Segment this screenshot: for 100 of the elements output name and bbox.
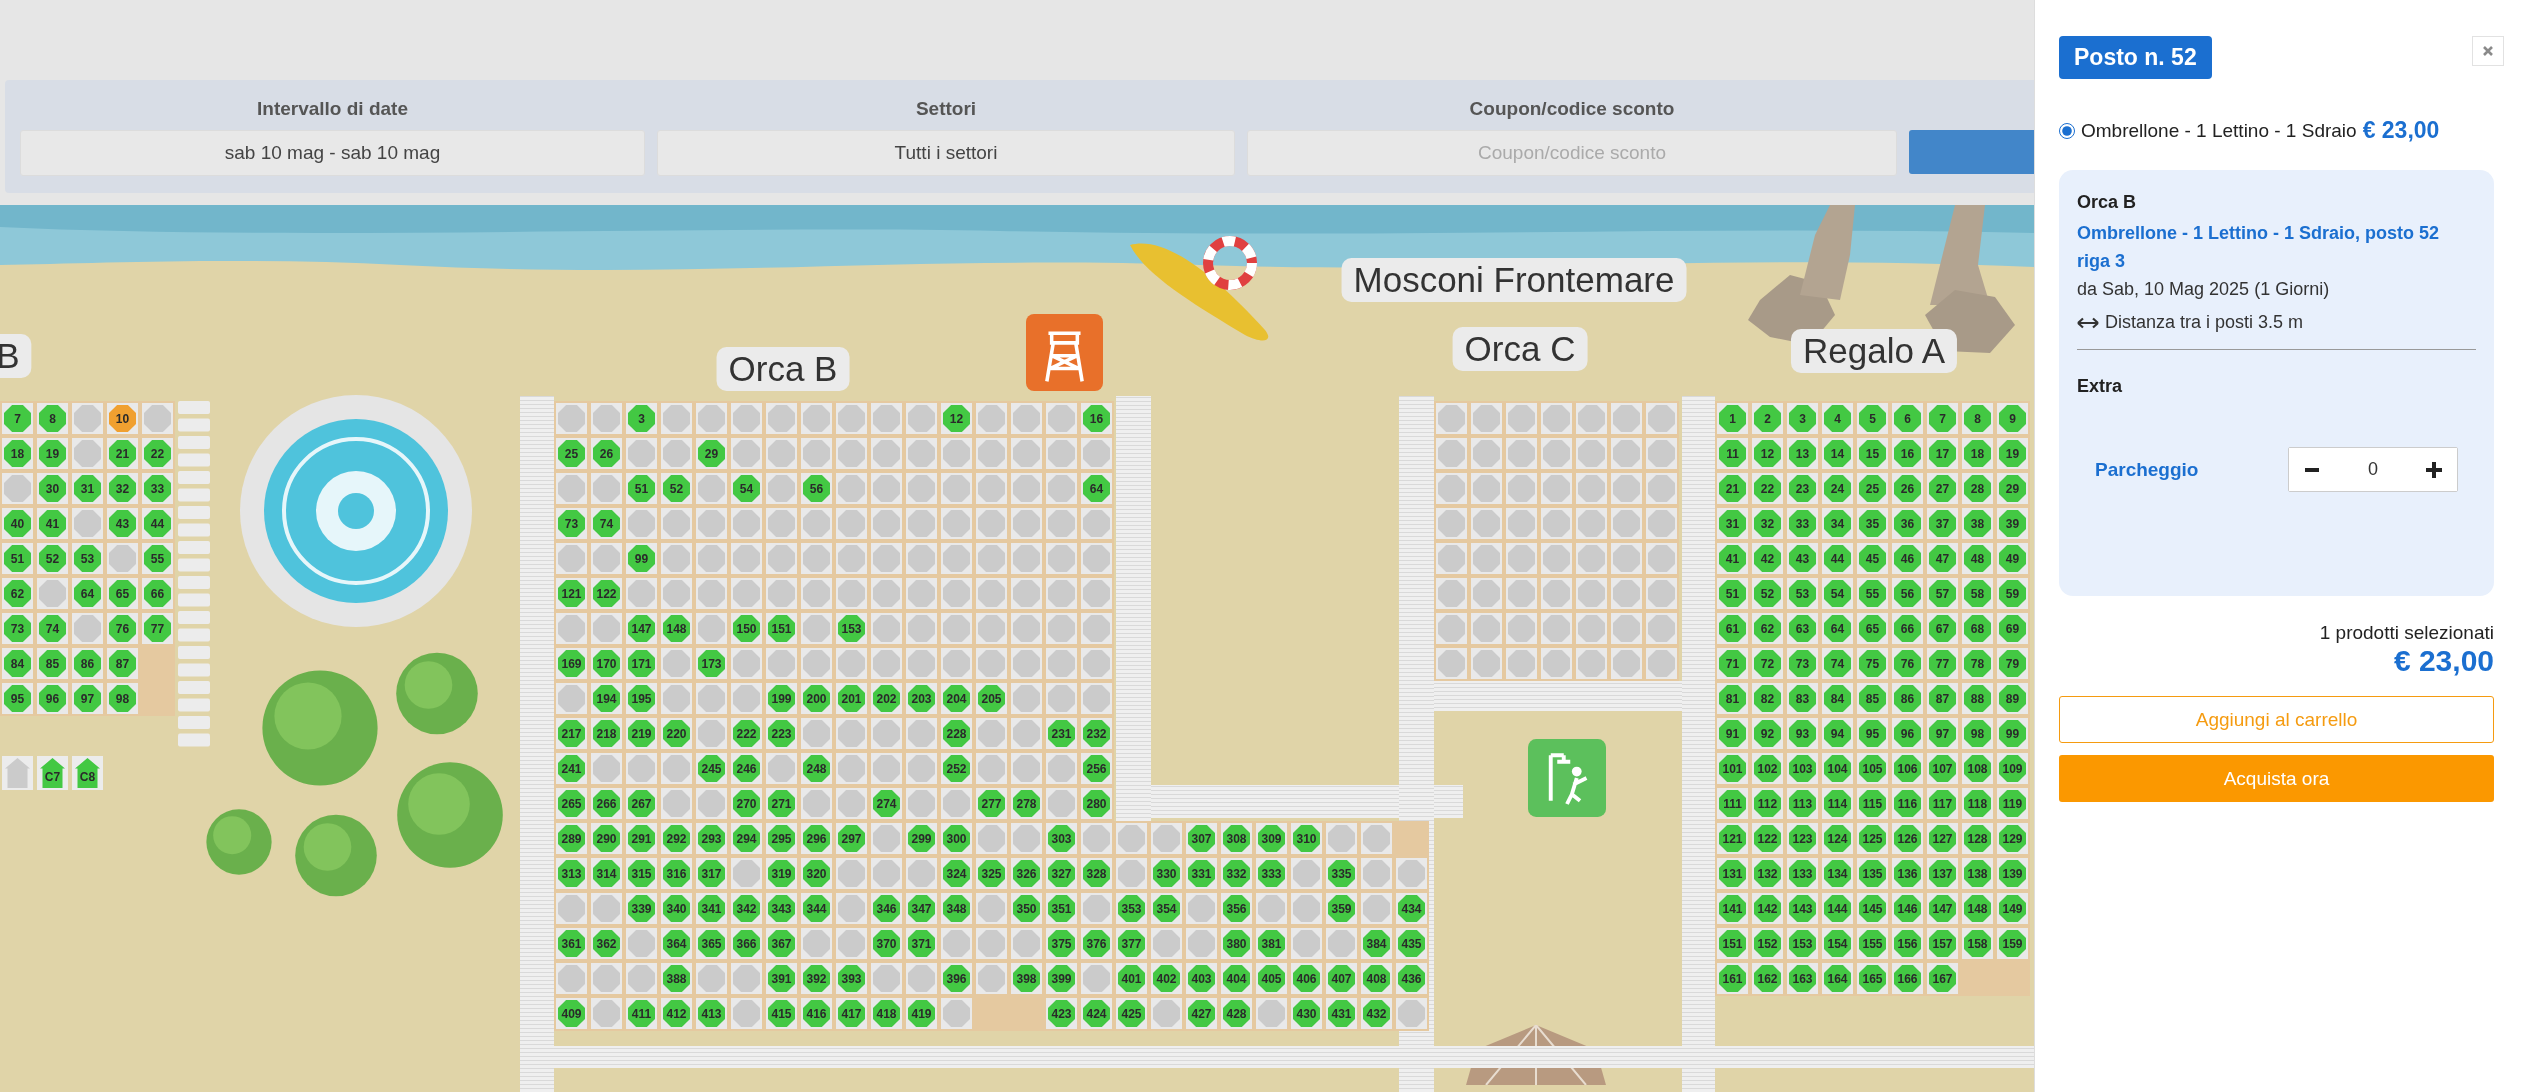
seat-button[interactable] xyxy=(869,401,904,436)
seat-button[interactable] xyxy=(939,576,974,611)
seat-button[interactable] xyxy=(729,856,764,891)
seat-button[interactable] xyxy=(1009,436,1044,471)
seat-button[interactable] xyxy=(904,751,939,786)
seat-button[interactable]: 13 xyxy=(1785,436,1820,471)
seat-button[interactable]: 21 xyxy=(105,436,140,471)
seat-button[interactable]: 299 xyxy=(904,821,939,856)
seat-button[interactable]: 86 xyxy=(70,646,105,681)
seat-button[interactable]: 25 xyxy=(1855,471,1890,506)
seat-button[interactable]: 26 xyxy=(589,436,624,471)
seat-button[interactable]: 34 xyxy=(1820,506,1855,541)
seat-button[interactable]: 126 xyxy=(1890,821,1925,856)
seat-button[interactable] xyxy=(1044,681,1079,716)
seat-button[interactable] xyxy=(659,506,694,541)
seat-button[interactable]: 53 xyxy=(70,541,105,576)
seat-button[interactable]: 37 xyxy=(1925,506,1960,541)
seat-button[interactable]: 425 xyxy=(1114,996,1149,1031)
seat-button[interactable] xyxy=(659,436,694,471)
seat-button[interactable] xyxy=(624,926,659,961)
seat-button[interactable]: 56 xyxy=(1890,576,1925,611)
seat-button[interactable]: 266 xyxy=(589,786,624,821)
seat-button[interactable] xyxy=(764,541,799,576)
seat-button[interactable]: 74 xyxy=(1820,646,1855,681)
seat-button[interactable] xyxy=(1254,891,1289,926)
seat-button[interactable] xyxy=(1009,646,1044,681)
seat-button[interactable] xyxy=(1149,821,1184,856)
seat-button[interactable]: 145 xyxy=(1855,891,1890,926)
seat-button[interactable]: 220 xyxy=(659,716,694,751)
seat-button[interactable]: 289 xyxy=(554,821,589,856)
seat-button[interactable] xyxy=(939,646,974,681)
seat-button[interactable]: 11 xyxy=(1715,436,1750,471)
seat-button[interactable]: 127 xyxy=(1925,821,1960,856)
seat-button[interactable] xyxy=(764,751,799,786)
seat-button[interactable] xyxy=(869,751,904,786)
seat-button[interactable] xyxy=(1539,506,1574,541)
seat-button[interactable]: 232 xyxy=(1079,716,1114,751)
seat-button[interactable] xyxy=(974,821,1009,856)
seat-button[interactable] xyxy=(1574,576,1609,611)
seat-button[interactable] xyxy=(1469,541,1504,576)
seat-button[interactable]: 418 xyxy=(869,996,904,1031)
seat-button[interactable] xyxy=(1469,576,1504,611)
seat-button[interactable]: 132 xyxy=(1750,856,1785,891)
seat-button[interactable]: 61 xyxy=(1715,611,1750,646)
seat-button[interactable] xyxy=(1324,926,1359,961)
seat-button[interactable]: 142 xyxy=(1750,891,1785,926)
seat-button[interactable] xyxy=(1504,401,1539,436)
seat-button[interactable]: 136 xyxy=(1890,856,1925,891)
seat-button[interactable]: 57 xyxy=(1925,576,1960,611)
seat-button[interactable]: 12 xyxy=(1750,436,1785,471)
seat-button[interactable]: 52 xyxy=(1750,576,1785,611)
seat-button[interactable]: 173 xyxy=(694,646,729,681)
seat-button[interactable]: 153 xyxy=(834,611,869,646)
seat-button[interactable] xyxy=(659,541,694,576)
seat-button[interactable]: 7 xyxy=(1925,401,1960,436)
seat-button[interactable] xyxy=(729,646,764,681)
seat-button[interactable] xyxy=(729,996,764,1031)
seat-button[interactable] xyxy=(939,436,974,471)
seat-button[interactable]: 23 xyxy=(1785,471,1820,506)
seat-button[interactable]: 125 xyxy=(1855,821,1890,856)
seat-button[interactable]: 12 xyxy=(939,401,974,436)
seat-button[interactable]: 423 xyxy=(1044,996,1079,1031)
seat-button[interactable]: 203 xyxy=(904,681,939,716)
seat-button[interactable]: 353 xyxy=(1114,891,1149,926)
seat-button[interactable] xyxy=(869,506,904,541)
seat-button[interactable]: 115 xyxy=(1855,786,1890,821)
seat-button[interactable] xyxy=(834,506,869,541)
cabana-button[interactable] xyxy=(0,754,35,792)
seat-button[interactable] xyxy=(1609,611,1644,646)
seat-button[interactable] xyxy=(1184,926,1219,961)
seat-button[interactable]: 52 xyxy=(35,541,70,576)
seat-button[interactable] xyxy=(869,856,904,891)
seat-button[interactable]: 202 xyxy=(869,681,904,716)
seat-button[interactable]: 4 xyxy=(1820,401,1855,436)
seat-button[interactable]: 161 xyxy=(1715,961,1750,996)
seat-button[interactable] xyxy=(799,716,834,751)
seat-button[interactable] xyxy=(659,576,694,611)
seat-button[interactable]: 59 xyxy=(1995,576,2030,611)
seat-button[interactable]: 427 xyxy=(1184,996,1219,1031)
seat-button[interactable]: 201 xyxy=(834,681,869,716)
seat-button[interactable] xyxy=(1044,506,1079,541)
seat-button[interactable] xyxy=(1644,436,1679,471)
seat-button[interactable]: 219 xyxy=(624,716,659,751)
seat-button[interactable]: 135 xyxy=(1855,856,1890,891)
seat-button[interactable]: 252 xyxy=(939,751,974,786)
seat-button[interactable]: 41 xyxy=(1715,541,1750,576)
seat-button[interactable] xyxy=(1254,996,1289,1031)
seat-button[interactable]: 274 xyxy=(869,786,904,821)
seat-button[interactable]: 402 xyxy=(1149,961,1184,996)
seat-button[interactable]: 407 xyxy=(1324,961,1359,996)
seat-button[interactable]: 417 xyxy=(834,996,869,1031)
seat-button[interactable]: 256 xyxy=(1079,751,1114,786)
seat-button[interactable] xyxy=(1504,471,1539,506)
seat-button[interactable] xyxy=(764,576,799,611)
seat-button[interactable]: 348 xyxy=(939,891,974,926)
seat-button[interactable] xyxy=(70,436,105,471)
seat-button[interactable]: 163 xyxy=(1785,961,1820,996)
seat-button[interactable]: 384 xyxy=(1359,926,1394,961)
seat-button[interactable]: 51 xyxy=(1715,576,1750,611)
seat-button[interactable]: 122 xyxy=(1750,821,1785,856)
